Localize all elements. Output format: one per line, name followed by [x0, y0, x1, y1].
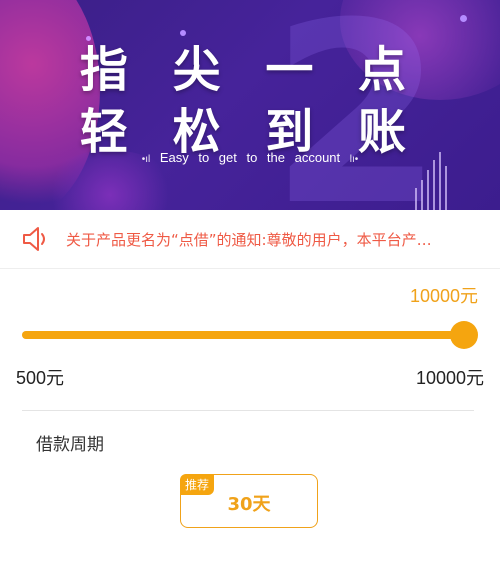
- notice-text: 关于产品更名为“点借”的通知:尊敬的用户，本平台产…: [66, 231, 432, 249]
- period-option-label: 30天: [227, 494, 271, 515]
- slider-fill: [22, 331, 464, 339]
- amount-slider[interactable]: [22, 321, 478, 349]
- divider: [22, 410, 474, 411]
- amount-min-label: 500元: [16, 368, 65, 388]
- selected-amount: 10000元: [409, 286, 478, 306]
- promo-banner[interactable]: 2 指 尖 一 点 轻 松 到 账 •ıl Easy to get to the…: [0, 0, 500, 210]
- banner-decoration: [460, 15, 467, 22]
- speaker-icon: [23, 227, 45, 251]
- audio-mark-icon: •ıl: [141, 154, 151, 165]
- notice-bar[interactable]: 关于产品更名为“点借”的通知:尊敬的用户，本平台产…: [0, 210, 500, 269]
- amount-max-label: 10000元: [415, 368, 484, 388]
- banner-tagline: •ıl Easy to get to the account lı•: [0, 150, 500, 165]
- slider-thumb[interactable]: [450, 321, 478, 349]
- period-option-30-days[interactable]: 推荐 30天: [180, 474, 318, 528]
- tagline-text: Easy to get to the account: [159, 150, 341, 165]
- audio-mark-icon: lı•: [349, 154, 359, 165]
- loan-period-title: 借款周期: [36, 435, 104, 455]
- banner-headline: 指 尖 一 点: [79, 42, 421, 98]
